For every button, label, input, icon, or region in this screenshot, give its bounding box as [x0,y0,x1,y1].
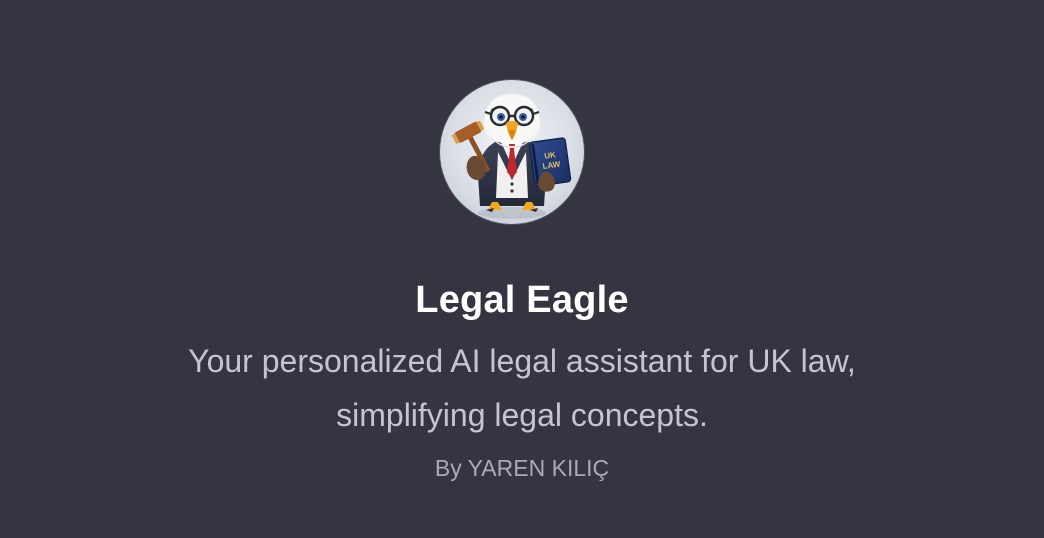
description-line: Your personalized AI legal assistant for… [188,343,856,379]
gpt-author: By YAREN KILIÇ [434,455,610,481]
gpt-description: Your personalized AI legal assistant for… [0,334,1044,442]
gpt-title: Legal Eagle [415,279,629,321]
description-line: simplifying legal concepts. [336,397,708,433]
legal-eagle-avatar: UK LAW [440,80,584,224]
gpt-profile-card: UK LAW Legal Eagle Your personalized AI … [0,0,1044,538]
book-title: UK [544,150,557,161]
eagle-icon: UK LAW [452,94,572,219]
